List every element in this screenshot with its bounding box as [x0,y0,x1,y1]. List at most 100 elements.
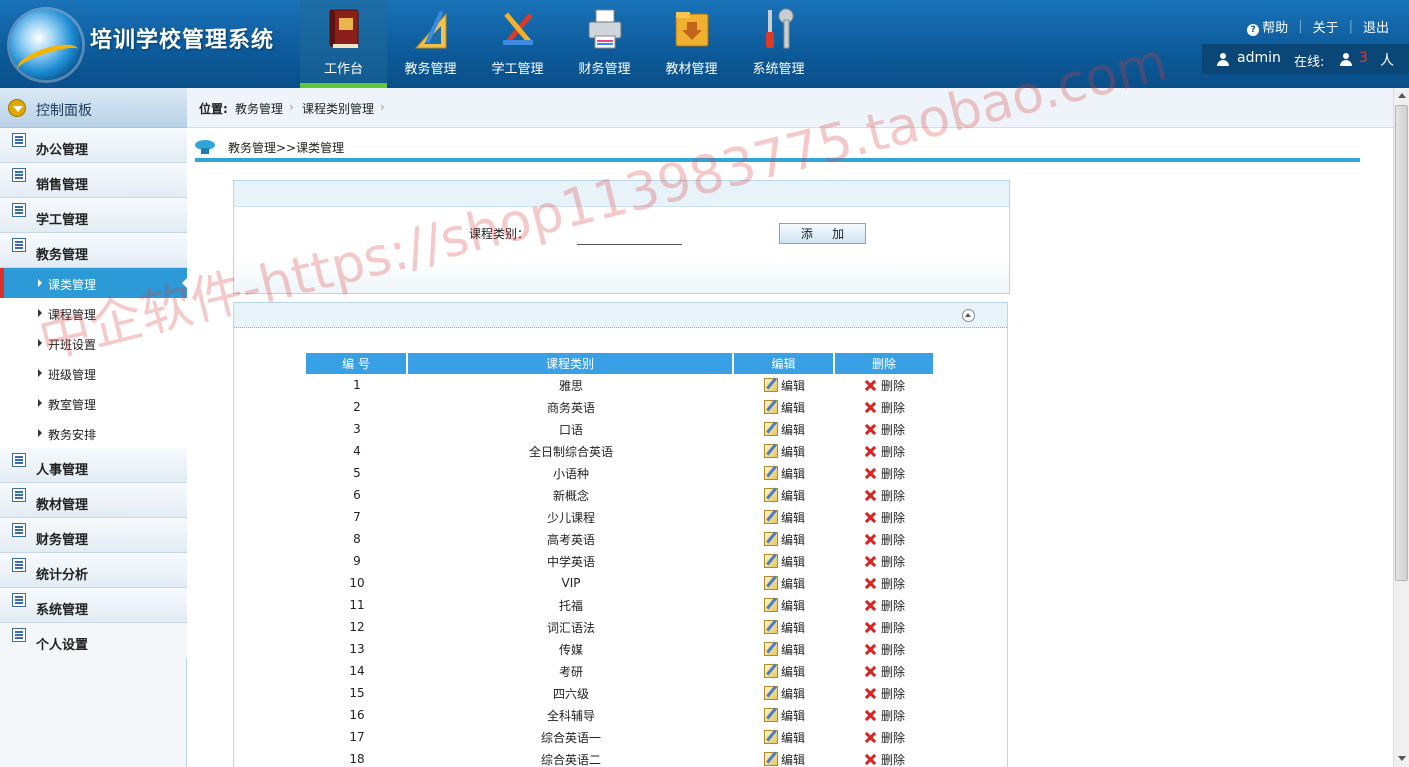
sidebar-subitem-class[interactable]: 班级管理 [0,358,187,388]
delete-label: 删除 [880,554,905,569]
nav-item-finance[interactable]: 财务管理 [561,0,648,88]
delete-link[interactable]: 删除 [835,748,935,767]
column-header-delete: 删除 [835,353,935,374]
edit-link[interactable]: 编辑 [734,440,835,462]
edit-link[interactable]: 编辑 [734,594,835,616]
sidebar-subitem-label: 开班设置 [48,338,97,352]
sidebar-item-hr[interactable]: 人事管理 [0,448,187,483]
edit-link[interactable]: 编辑 [734,396,835,418]
sidebar-item-office[interactable]: 办公管理 [0,128,187,163]
edit-link[interactable]: 编辑 [734,726,835,748]
control-panel-header[interactable]: 控制面板 [0,88,187,128]
sidebar-subitem-course[interactable]: 课程管理 [0,298,187,328]
delete-icon [865,512,876,523]
edit-link[interactable]: 编辑 [734,374,835,396]
sidebar-subitem-schedule[interactable]: 教务安排 [0,418,187,448]
table-header-row: 编 号 课程类别 编辑 删除 [306,353,935,374]
control-panel-label: 控制面板 [36,103,92,119]
scroll-down-arrow[interactable] [1394,751,1409,767]
delete-link[interactable]: 删除 [835,506,935,528]
delete-link[interactable]: 删除 [835,550,935,572]
sidebar-item-personal[interactable]: 个人设置 [0,623,187,658]
edit-link[interactable]: 编辑 [734,660,835,682]
delete-link[interactable]: 删除 [835,418,935,440]
delete-link[interactable]: 删除 [835,572,935,594]
vertical-scrollbar[interactable] [1393,88,1409,767]
delete-link[interactable]: 删除 [835,638,935,660]
sidebar-subitem-classroom[interactable]: 教室管理 [0,388,187,418]
nav-item-workbench[interactable]: 工作台 [300,0,387,88]
nav-item-academic[interactable]: 教务管理 [387,0,474,88]
delete-link[interactable]: 删除 [835,704,935,726]
collapse-icon[interactable] [962,309,975,322]
delete-link[interactable]: 删除 [835,660,935,682]
logout-link[interactable]: 退出 [1363,17,1389,36]
edit-label: 编辑 [780,686,805,701]
edit-link[interactable]: 编辑 [734,484,835,506]
sidebar-item-stats[interactable]: 统计分析 [0,553,187,588]
delete-link[interactable]: 删除 [835,616,935,638]
nav-item-student[interactable]: 学工管理 [474,0,561,88]
course-type-input[interactable] [577,227,682,245]
section-title-text: 教务管理>>课类管理 [228,141,345,155]
sidebar-item-academic[interactable]: 教务管理 [0,233,187,268]
row-id: 5 [353,466,361,480]
edit-link[interactable]: 编辑 [734,550,835,572]
column-header-edit: 编辑 [734,353,835,374]
delete-link[interactable]: 删除 [835,462,935,484]
sidebar-item-student[interactable]: 学工管理 [0,198,187,233]
edit-link[interactable]: 编辑 [734,506,835,528]
nav-item-system[interactable]: 系统管理 [735,0,822,88]
sidebar-item-label: 教材管理 [36,498,89,513]
help-link[interactable]: ? 帮助 [1247,17,1288,36]
sidebar-item-label: 教务管理 [36,248,89,263]
sidebar-subitem-course-type[interactable]: 课类管理 [0,268,188,298]
about-link[interactable]: 关于 [1313,17,1339,36]
delete-link[interactable]: 删除 [835,528,935,550]
delete-link[interactable]: 删除 [835,440,935,462]
nav-item-materials[interactable]: 教材管理 [648,0,735,88]
edit-link[interactable]: 编辑 [734,418,835,440]
edit-icon [763,576,778,590]
sidebar-item-sales[interactable]: 销售管理 [0,163,187,198]
sidebar-item-materials[interactable]: 教材管理 [0,483,187,518]
chevron-down-icon [8,99,26,117]
row-course-type: 小语种 [552,466,589,481]
breadcrumb: 位置: 教务管理 › 课程类别管理 › [187,88,1393,128]
edit-link[interactable]: 编辑 [734,638,835,660]
list-icon [12,203,26,217]
sidebar-subitem-label: 课程管理 [48,308,97,322]
edit-link[interactable]: 编辑 [734,682,835,704]
edit-link[interactable]: 编辑 [734,462,835,484]
breadcrumb-link-course-type[interactable]: 课程类别管理 [302,100,374,117]
scroll-up-arrow[interactable] [1394,88,1409,104]
form-panel-header [234,181,1009,207]
scroll-thumb[interactable] [1395,105,1408,581]
column-header-id: 编 号 [306,353,408,374]
edit-link[interactable]: 编辑 [734,704,835,726]
sidebar-item-label: 办公管理 [36,143,89,158]
edit-link[interactable]: 编辑 [734,528,835,550]
delete-link[interactable]: 删除 [835,484,935,506]
edit-link[interactable]: 编辑 [734,616,835,638]
breadcrumb-link-academic[interactable]: 教务管理 [235,100,283,117]
add-button[interactable]: 添 加 [779,223,866,244]
sidebar-subitem-label: 课类管理 [48,278,97,292]
sidebar-subitem-class-setup[interactable]: 开班设置 [0,328,187,358]
delete-link[interactable]: 删除 [835,374,935,396]
delete-link[interactable]: 删除 [835,594,935,616]
edit-icon [763,378,778,392]
edit-label: 编辑 [780,598,805,613]
edit-link[interactable]: 编辑 [734,572,835,594]
delete-link[interactable]: 删除 [835,396,935,418]
list-icon [12,168,26,182]
sidebar-item-finance[interactable]: 财务管理 [0,518,187,553]
row-course-type: 考研 [558,664,583,679]
row-course-type: 托福 [558,598,583,613]
delete-link[interactable]: 删除 [835,726,935,748]
delete-link[interactable]: 删除 [835,682,935,704]
delete-icon [865,556,876,567]
sidebar-item-label: 销售管理 [36,178,89,193]
sidebar-item-system[interactable]: 系统管理 [0,588,187,623]
edit-link[interactable]: 编辑 [734,748,835,767]
